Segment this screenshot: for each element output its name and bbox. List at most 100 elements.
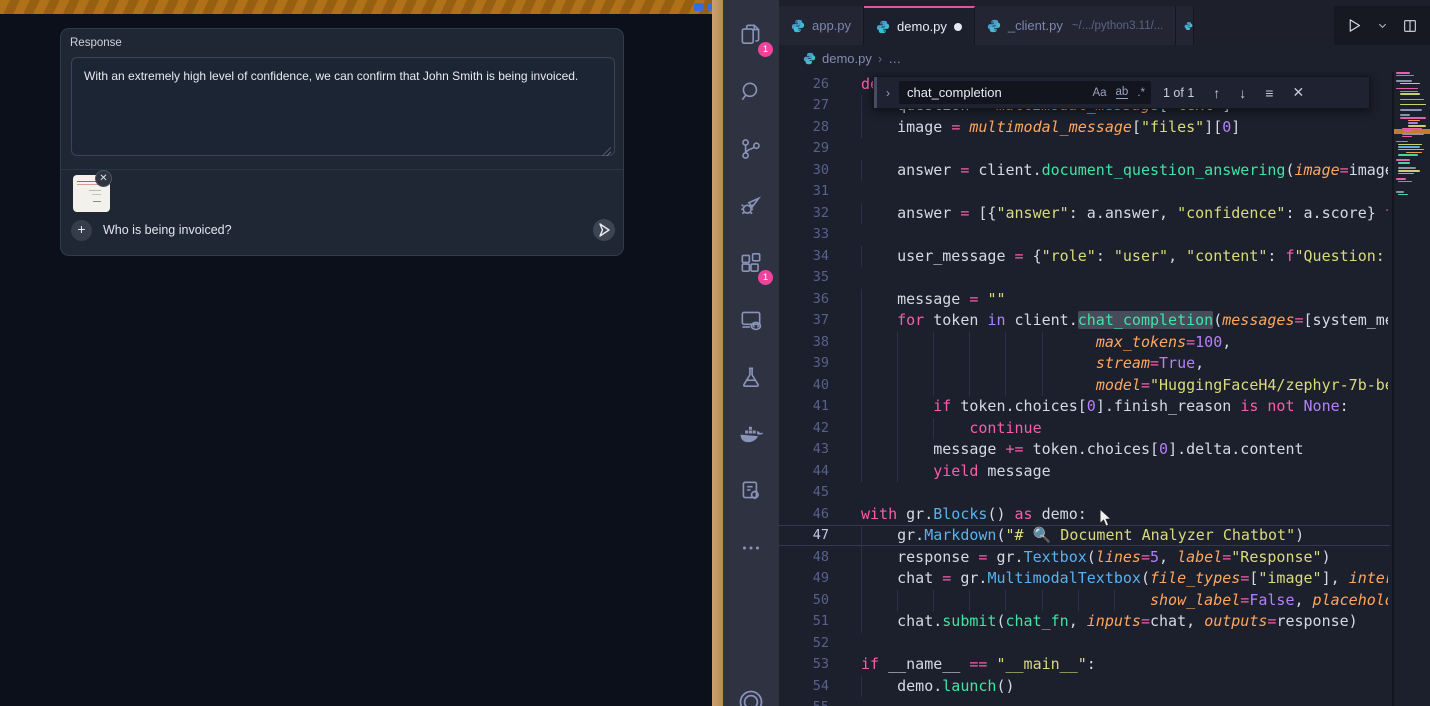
response-textarea[interactable]: With an extremely high level of confiden… [71, 57, 615, 156]
find-next-button[interactable]: ↓ [1239, 85, 1246, 101]
tab-app-py[interactable]: app.py [779, 6, 864, 45]
run-debug-icon[interactable] [731, 186, 771, 226]
tab-label: _client.py [1008, 18, 1063, 33]
breadcrumb-tail[interactable]: … [888, 51, 901, 66]
run-dropdown-chevron-icon[interactable] [1377, 20, 1388, 31]
send-button[interactable] [593, 219, 615, 241]
explorer-icon[interactable]: 1 [731, 15, 771, 55]
match-case-toggle[interactable]: Aa [1092, 87, 1106, 99]
remove-attachment-button[interactable]: ✕ [95, 170, 112, 187]
code-line: for token in client.chat_completion(mess… [861, 310, 1388, 332]
line-number: 44 [779, 461, 829, 483]
split-editor-button[interactable] [1402, 18, 1418, 34]
line-number: 32 [779, 203, 829, 225]
python-icon [791, 19, 805, 33]
response-label: Response [70, 37, 122, 49]
line-number: 39 [779, 353, 829, 375]
code-line: response = gr.Textbox(lines=5, label="Re… [861, 547, 1388, 569]
response-panel: Response With an extremely high level of… [60, 28, 624, 256]
extensions-icon[interactable]: 1 [731, 243, 771, 283]
browser-window: Response With an extremely high level of… [0, 0, 712, 706]
more-actions-icon[interactable] [731, 528, 771, 568]
code-line: image = multimodal_message["files"][0] [861, 117, 1388, 139]
run-button[interactable] [1346, 17, 1363, 34]
code-line: continue [861, 418, 1388, 440]
whole-word-toggle[interactable]: ab [1116, 86, 1129, 99]
line-number: 42 [779, 418, 829, 440]
line-number: 41 [779, 396, 829, 418]
find-query[interactable]: chat_completion [907, 85, 1083, 100]
code-line [861, 181, 1388, 203]
source-control-icon[interactable] [731, 129, 771, 169]
tab-demo-py[interactable]: demo.py [864, 6, 975, 45]
remote-explorer-icon[interactable] [731, 300, 771, 340]
code-line: if token.choices[0].finish_reason is not… [861, 396, 1388, 418]
line-number: 27 [779, 95, 829, 117]
line-number: 52 [779, 633, 829, 655]
line-number: 26 [779, 74, 829, 96]
panel-divider [61, 169, 623, 170]
tab-label: demo.py [897, 19, 947, 34]
tab-client-py[interactable]: _client.py ~/.../python3.11/... [975, 6, 1176, 45]
code-line: message = "" [861, 289, 1388, 311]
test-beaker-icon[interactable] [731, 357, 771, 397]
toggle-replace-chevron-icon[interactable]: › [877, 86, 899, 100]
code-line: if __name__ == "__main__": [861, 654, 1388, 676]
modified-dot-icon[interactable] [954, 23, 962, 31]
code-line: answer = client.document_question_answer… [861, 160, 1388, 182]
account-icon[interactable] [731, 682, 771, 706]
find-in-selection-button[interactable]: ≡ [1265, 85, 1273, 101]
code-line [861, 697, 1388, 706]
code-line [861, 633, 1388, 655]
code-line: chat = gr.MultimodalTextbox(file_types=[… [861, 568, 1388, 590]
code-line [861, 267, 1388, 289]
explorer-badge: 1 [758, 42, 773, 57]
minimap[interactable] [1392, 72, 1430, 706]
code-editor[interactable]: 2627282930313233343536373839404142434445… [779, 72, 1430, 706]
line-number: 34 [779, 246, 829, 268]
line-number: 31 [779, 181, 829, 203]
breadcrumb[interactable]: demo.py › … [779, 45, 1430, 72]
line-number: 53 [779, 654, 829, 676]
code-line: show_label=False, placeholder="Ask a que… [861, 590, 1388, 612]
line-number: 30 [779, 160, 829, 182]
search-icon[interactable] [731, 72, 771, 112]
add-attachment-button[interactable]: + [71, 220, 92, 241]
find-results-count: 1 of 1 [1163, 86, 1194, 100]
code-line [861, 482, 1388, 504]
line-number: 47 [779, 525, 829, 547]
line-number: 55 [779, 697, 829, 706]
vscode-window: 1 1 [723, 0, 1430, 706]
file-settings-icon[interactable] [731, 471, 771, 511]
editor-area: app.py demo.py _client.py ~/.../python3.… [779, 0, 1430, 706]
line-number: 50 [779, 590, 829, 612]
line-number: 37 [779, 310, 829, 332]
code-line: answer = [{"answer": a.answer, "confiden… [861, 203, 1388, 225]
line-number: 38 [779, 332, 829, 354]
docker-icon[interactable] [731, 414, 771, 454]
browser-titlebar-chip [694, 3, 703, 11]
tab-label: app.py [812, 18, 851, 33]
line-number: 54 [779, 676, 829, 698]
breadcrumb-file[interactable]: demo.py [822, 51, 872, 66]
tab-description: ~/.../python3.11/... [1072, 20, 1164, 32]
code-line: stream=True, [861, 353, 1388, 375]
tab-bar: app.py demo.py _client.py ~/.../python3.… [779, 0, 1430, 45]
breadcrumb-separator: › [878, 51, 882, 66]
desktop-wallpaper-strip [712, 0, 723, 706]
line-number: 28 [779, 117, 829, 139]
activity-bar: 1 1 [723, 0, 779, 706]
find-close-button[interactable]: ✕ [1292, 84, 1304, 101]
python-icon [876, 20, 890, 34]
send-icon [598, 223, 611, 237]
find-widget: › chat_completion Aa ab .* 1 of 1 ↑ ↓ ≡ … [873, 76, 1370, 109]
line-number: 49 [779, 568, 829, 590]
chat-input[interactable]: Who is being invoiced? [103, 223, 232, 237]
find-previous-button[interactable]: ↑ [1213, 85, 1220, 101]
tab-partial[interactable] [1176, 6, 1194, 45]
python-icon [987, 19, 1001, 33]
regex-toggle[interactable]: .* [1137, 87, 1145, 99]
line-number: 40 [779, 375, 829, 397]
find-input[interactable]: chat_completion Aa ab .* [899, 81, 1151, 104]
python-icon [1184, 19, 1193, 33]
